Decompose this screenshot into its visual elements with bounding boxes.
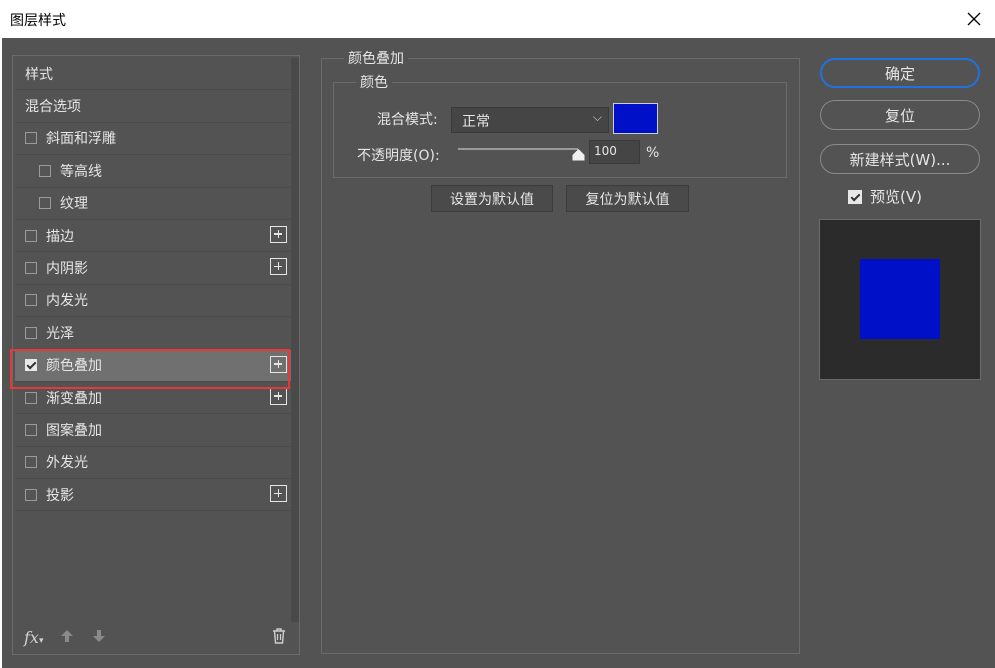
preview-toggle[interactable]: 预览(V) xyxy=(848,186,922,207)
style-checkbox[interactable] xyxy=(25,262,37,275)
chevron-down-icon: ⌵ xyxy=(592,110,602,124)
preview-label: 预览(V) xyxy=(870,188,922,206)
style-checkbox[interactable] xyxy=(25,132,37,145)
style-checkbox[interactable] xyxy=(25,359,37,372)
style-checkbox[interactable] xyxy=(25,456,37,469)
style-checkbox[interactable] xyxy=(25,326,37,339)
add-icon[interactable] xyxy=(270,355,287,373)
style-item[interactable]: 斜面和浮雕 xyxy=(15,123,291,156)
title-bar: 图层样式 xyxy=(0,0,995,38)
move-down-button[interactable] xyxy=(92,628,106,647)
blend-options-item[interactable]: 混合选项 xyxy=(15,90,291,123)
style-item-label: 渐变叠加 xyxy=(46,390,102,407)
style-checkbox[interactable] xyxy=(25,423,37,436)
style-item[interactable]: 颜色叠加 xyxy=(15,349,291,382)
blend-mode-select[interactable]: 正常 ⌵ xyxy=(451,107,609,133)
fx-label: fx xyxy=(24,628,39,647)
section-title: 颜色叠加 xyxy=(344,48,408,68)
add-icon[interactable] xyxy=(270,258,287,276)
add-icon[interactable] xyxy=(270,485,287,503)
new-style-button[interactable]: 新建样式(W)... xyxy=(820,144,980,174)
arrow-down-icon xyxy=(93,630,105,642)
style-item[interactable]: 投影 xyxy=(15,479,291,512)
slider-thumb-icon[interactable] xyxy=(572,149,585,161)
opacity-value: 100 xyxy=(594,144,617,158)
blend-mode-value: 正常 xyxy=(462,114,490,130)
color-group-title: 颜色 xyxy=(356,72,392,92)
style-item[interactable]: 等高线 xyxy=(15,155,291,188)
styles-header[interactable]: 样式 xyxy=(15,58,291,91)
style-item[interactable]: 光泽 xyxy=(15,317,291,350)
style-checkbox[interactable] xyxy=(39,164,51,177)
ok-button[interactable]: 确定 xyxy=(820,58,980,88)
arrow-up-icon xyxy=(61,630,73,642)
style-item[interactable]: 纹理 xyxy=(15,188,291,220)
opacity-slider[interactable] xyxy=(458,148,578,150)
styles-list-scrollbar[interactable] xyxy=(291,58,299,622)
style-item-label: 颜色叠加 xyxy=(46,358,102,375)
preview-color-square xyxy=(860,259,940,339)
style-item-label: 等高线 xyxy=(60,163,102,180)
style-item-label: 斜面和浮雕 xyxy=(46,131,116,148)
blend-mode-label: 混合模式: xyxy=(377,112,438,128)
style-checkbox[interactable] xyxy=(25,294,37,307)
style-checkbox[interactable] xyxy=(25,229,37,242)
set-default-label: 设置为默认值 xyxy=(450,191,534,208)
dialog-title: 图层样式 xyxy=(10,13,66,29)
style-item[interactable]: 内发光 xyxy=(15,285,291,318)
overlay-color-swatch[interactable] xyxy=(613,103,658,134)
delete-button[interactable] xyxy=(272,628,286,648)
styles-panel: 样式 混合选项 斜面和浮雕等高线纹理描边内阴影内发光光泽颜色叠加渐变叠加图案叠加… xyxy=(12,55,300,655)
trash-icon xyxy=(273,628,285,644)
blend-options-label: 混合选项 xyxy=(25,99,81,116)
set-default-button[interactable]: 设置为默认值 xyxy=(431,185,553,212)
style-checkbox[interactable] xyxy=(25,488,37,501)
styles-toolbar: fx▾ xyxy=(12,625,300,651)
add-icon[interactable] xyxy=(270,225,287,243)
style-item[interactable]: 描边 xyxy=(15,220,291,253)
add-icon[interactable] xyxy=(270,387,287,405)
style-item[interactable]: 渐变叠加 xyxy=(15,382,291,415)
style-item[interactable]: 内阴影 xyxy=(15,252,291,285)
opacity-input[interactable]: 100 xyxy=(589,140,640,164)
opacity-unit: % xyxy=(646,145,660,161)
new-style-label: 新建样式(W)... xyxy=(849,150,951,169)
close-button[interactable] xyxy=(959,4,989,34)
styles-list: 样式 混合选项 斜面和浮雕等高线纹理描边内阴影内发光光泽颜色叠加渐变叠加图案叠加… xyxy=(15,58,291,512)
reset-default-button[interactable]: 复位为默认值 xyxy=(566,185,689,212)
style-checkbox[interactable] xyxy=(39,197,51,210)
style-item-label: 纹理 xyxy=(60,196,88,213)
style-checkbox[interactable] xyxy=(25,391,37,404)
move-up-button[interactable] xyxy=(60,628,74,647)
window-left-edge xyxy=(0,0,2,668)
style-item-label: 外发光 xyxy=(46,455,88,472)
fx-button[interactable]: fx▾ xyxy=(24,628,43,647)
close-icon xyxy=(967,12,981,26)
style-item-label: 投影 xyxy=(46,487,74,504)
preview-checkbox[interactable] xyxy=(848,189,862,204)
style-item-label: 图案叠加 xyxy=(46,422,102,439)
style-item[interactable]: 图案叠加 xyxy=(15,414,291,447)
reset-label: 复位 xyxy=(884,106,915,125)
opacity-label: 不透明度(O): xyxy=(357,148,440,164)
preview-box xyxy=(819,219,981,380)
ok-label: 确定 xyxy=(884,64,915,83)
style-item-label: 内阴影 xyxy=(46,261,88,278)
style-item-label: 内发光 xyxy=(46,293,88,310)
reset-default-label: 复位为默认值 xyxy=(585,191,670,208)
style-item-label: 光泽 xyxy=(46,325,74,342)
style-item[interactable]: 外发光 xyxy=(15,447,291,480)
styles-header-label: 样式 xyxy=(25,66,53,83)
reset-button[interactable]: 复位 xyxy=(820,100,980,130)
style-item-label: 描边 xyxy=(46,228,74,245)
